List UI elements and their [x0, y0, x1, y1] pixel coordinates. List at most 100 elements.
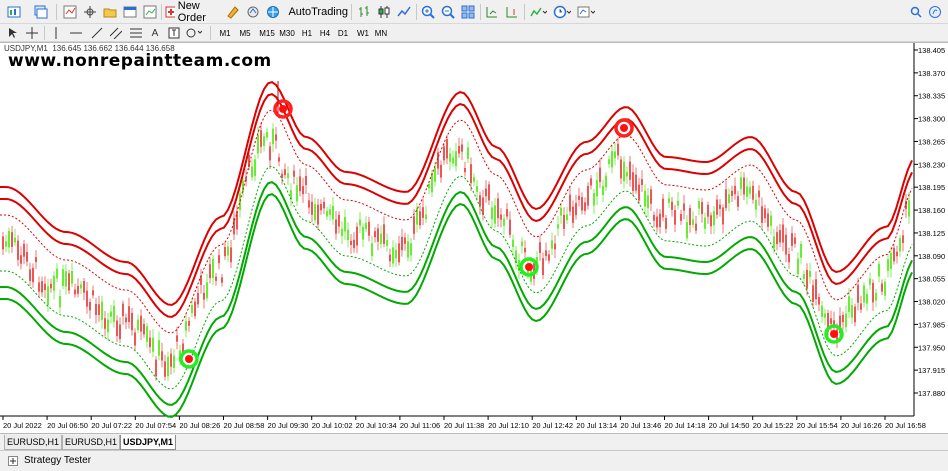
- strategy-tester-bar[interactable]: Strategy Tester: [0, 451, 948, 471]
- time-tick-label: 20 Jul 13:14: [576, 421, 617, 430]
- chart-window[interactable]: 138.405 138.370 138.335 138.300 138.265 138.2…: [0, 42, 948, 434]
- candle-body: [236, 211, 238, 230]
- zoom-in-icon[interactable]: [419, 3, 437, 21]
- candle-body: [752, 185, 754, 200]
- market-icon[interactable]: [264, 3, 282, 21]
- tab-eurusd-h1-1[interactable]: EURUSD,H1: [4, 435, 62, 450]
- crosshair-nav-icon[interactable]: [81, 3, 99, 21]
- price-chart[interactable]: 138.405 138.370 138.335 138.300 138.265 138.2…: [0, 43, 948, 433]
- chart-shift-icon[interactable]: [503, 3, 521, 21]
- metaeditor-icon[interactable]: [224, 3, 242, 21]
- candle-body: [698, 201, 700, 209]
- candle-body: [506, 209, 508, 217]
- candle-body: [374, 231, 376, 238]
- candle-body: [44, 283, 46, 290]
- auto-scroll-icon[interactable]: [483, 3, 501, 21]
- new-order-button[interactable]: New Order: [165, 0, 221, 24]
- candle-body: [731, 190, 733, 196]
- candle-body: [23, 243, 25, 257]
- strategy-tester-icon[interactable]: [141, 3, 159, 21]
- drawing-toolbar: A M1 M5 M15 M30 H1 H4 D1 W1 MN: [0, 24, 948, 42]
- candle-body: [62, 269, 64, 286]
- timeframe-m30-button[interactable]: M30: [276, 25, 298, 41]
- text-label-icon[interactable]: [166, 24, 182, 42]
- candle-body: [320, 203, 322, 211]
- candle-body: [377, 228, 379, 242]
- timeframe-h4-button[interactable]: H4: [316, 25, 334, 41]
- price-tick-label: 137.950: [918, 343, 945, 352]
- timeframe-m5-button[interactable]: M5: [236, 25, 254, 41]
- candle-body: [434, 167, 436, 182]
- timeframe-m15-button[interactable]: M15: [256, 25, 278, 41]
- equidistant-channel-icon[interactable]: [108, 24, 124, 42]
- candle-body: [620, 159, 622, 179]
- candle-body: [599, 167, 601, 182]
- candle-body: [803, 274, 805, 280]
- candle-body: [308, 200, 310, 208]
- candle-body: [557, 224, 559, 229]
- candle-body: [878, 263, 880, 277]
- timeframe-w1-button[interactable]: W1: [354, 25, 372, 41]
- market-watch-icon[interactable]: [61, 3, 79, 21]
- candle-body: [551, 240, 553, 249]
- candle-body: [887, 259, 889, 271]
- periods-clock-icon[interactable]: [551, 3, 573, 21]
- candle-body: [788, 253, 790, 263]
- text-tool-icon[interactable]: A: [148, 24, 162, 42]
- plus-icon[interactable]: [8, 456, 18, 468]
- candle-body: [59, 296, 61, 308]
- candle-body: [845, 313, 847, 328]
- folder-icon[interactable]: [101, 3, 119, 21]
- candle-body: [692, 219, 694, 225]
- candle-body: [116, 320, 118, 337]
- candlestick-icon[interactable]: [375, 3, 393, 21]
- crosshair-icon[interactable]: [24, 24, 40, 42]
- zoom-out-icon[interactable]: [439, 3, 457, 21]
- search-icon[interactable]: [908, 3, 924, 21]
- new-chart-icon[interactable]: [4, 3, 26, 21]
- tab-eurusd-h1-2[interactable]: EURUSD,H1: [62, 435, 120, 450]
- candle-body: [473, 177, 475, 182]
- terminal-icon[interactable]: [121, 3, 139, 21]
- candle-body: [143, 323, 145, 335]
- price-tick-label: 138.125: [918, 229, 945, 238]
- timeframe-d1-button[interactable]: D1: [334, 25, 352, 41]
- candle-body: [701, 202, 703, 215]
- candle-body: [218, 255, 220, 264]
- candle-body: [863, 285, 865, 303]
- line-chart-icon[interactable]: [395, 3, 413, 21]
- candle-body: [539, 242, 541, 253]
- candle-body: [896, 251, 898, 257]
- tile-windows-icon[interactable]: [459, 3, 477, 21]
- candle-body: [209, 264, 211, 279]
- signals-icon[interactable]: [244, 3, 262, 21]
- vertical-line-icon[interactable]: [50, 24, 62, 42]
- templates-icon[interactable]: [575, 3, 597, 21]
- timeframe-mn-button[interactable]: MN: [372, 25, 390, 41]
- sell-signal-2-dot: [620, 124, 628, 132]
- candle-body: [548, 254, 550, 261]
- candle-body: [425, 214, 427, 220]
- timeframe-h1-button[interactable]: H1: [298, 25, 316, 41]
- price-tick-label: 138.195: [918, 183, 945, 192]
- autotrading-button[interactable]: AutoTrading: [284, 3, 348, 21]
- community-icon[interactable]: [926, 3, 944, 21]
- indicators-icon[interactable]: [527, 3, 549, 21]
- candle-body: [314, 204, 316, 221]
- candle-body: [344, 216, 346, 232]
- tab-usdjpy-m1[interactable]: USDJPY,M1: [120, 435, 176, 450]
- candle-body: [626, 172, 628, 177]
- candle-body: [761, 206, 763, 223]
- candle-body: [635, 174, 637, 191]
- candle-body: [587, 186, 589, 206]
- horizontal-line-icon[interactable]: [68, 24, 84, 42]
- timeframe-m1-button[interactable]: M1: [216, 25, 234, 41]
- arrows-icon[interactable]: [184, 24, 204, 42]
- bar-chart-icon[interactable]: [355, 3, 373, 21]
- cursor-icon[interactable]: [6, 24, 20, 42]
- profiles-icon[interactable]: [30, 3, 52, 21]
- candle-body: [371, 243, 373, 257]
- trendline-icon[interactable]: [90, 24, 104, 42]
- fibonacci-icon[interactable]: [128, 24, 144, 42]
- candle-body: [74, 289, 76, 295]
